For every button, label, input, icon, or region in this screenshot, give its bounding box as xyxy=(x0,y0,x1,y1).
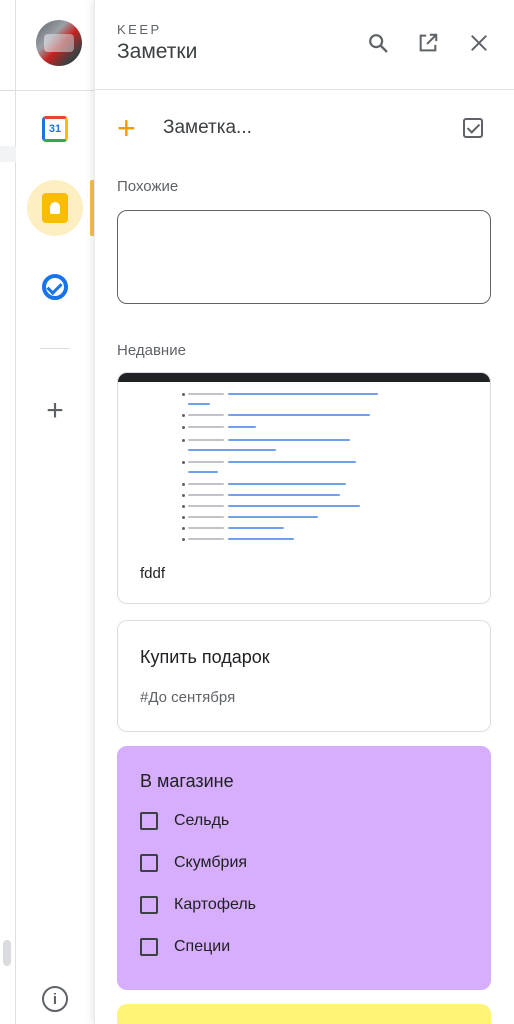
note-card[interactable]: Купить подарок #До сентября xyxy=(117,620,491,732)
avatar[interactable] xyxy=(36,20,82,66)
info-button[interactable]: i xyxy=(42,986,68,1012)
note-card[interactable] xyxy=(117,1004,491,1024)
list-item[interactable]: Сельдь xyxy=(140,809,229,833)
divider xyxy=(0,146,16,162)
close-button[interactable] xyxy=(466,30,492,56)
note-caption: fddf xyxy=(140,565,166,582)
checkbox[interactable] xyxy=(140,896,158,914)
note-body: #До сентября xyxy=(140,689,236,706)
section-label-similar: Похожие xyxy=(117,178,179,195)
list-item-label: Специи xyxy=(174,938,231,955)
list-item[interactable]: Скумбрия xyxy=(140,851,247,875)
close-icon xyxy=(471,35,487,51)
divider xyxy=(40,348,70,349)
note-title: Купить подарок xyxy=(140,647,270,667)
divider xyxy=(16,90,94,91)
plus-icon: + xyxy=(46,394,64,427)
note-title: В магазине xyxy=(140,771,234,791)
open-in-new-tab-button[interactable] xyxy=(415,30,441,56)
new-list-button[interactable] xyxy=(463,118,483,138)
keep-panel: KEEP Заметки + Заметка... Похожие Недавн… xyxy=(94,0,514,1024)
browser-edge xyxy=(0,0,16,1024)
checkbox[interactable] xyxy=(140,812,158,830)
list-item[interactable]: Специи xyxy=(140,935,230,959)
calendar-app-button[interactable]: 31 xyxy=(40,114,70,144)
list-item-label: Скумбрия xyxy=(174,854,248,871)
calendar-day: 31 xyxy=(48,123,62,135)
checkbox[interactable] xyxy=(140,854,158,872)
list-item-label: Картофель xyxy=(174,896,257,913)
calendar-icon: 31 xyxy=(42,116,68,142)
divider xyxy=(0,90,16,91)
search-button[interactable] xyxy=(365,30,391,56)
new-note-placeholder: Заметка... xyxy=(163,117,252,138)
scrollbar[interactable] xyxy=(3,940,11,966)
list-item[interactable]: Картофель xyxy=(140,893,256,917)
info-icon: i xyxy=(52,990,58,1008)
add-app-button[interactable]: + xyxy=(42,394,68,427)
page-title: Заметки xyxy=(117,40,198,63)
note-card[interactable]: В магазине Сельдь Скумбрия Картофель Спе… xyxy=(117,746,491,990)
note-image xyxy=(118,373,490,545)
tasks-check-icon xyxy=(42,274,68,300)
side-panel-apps: 31 + i xyxy=(16,0,94,1024)
checkbox[interactable] xyxy=(140,938,158,956)
search-icon xyxy=(369,34,388,53)
section-label-recent: Недавние xyxy=(117,342,186,359)
panel-header: KEEP Заметки xyxy=(95,0,514,90)
list-item-label: Сельдь xyxy=(174,812,230,829)
note-card[interactable]: fddf xyxy=(117,372,491,604)
tasks-app-button[interactable] xyxy=(40,272,70,302)
app-label: KEEP xyxy=(117,22,162,37)
image-toolbar xyxy=(118,373,490,382)
open-in-new-icon xyxy=(419,33,438,52)
new-note-input[interactable]: + Заметка... xyxy=(117,108,493,148)
plus-icon: + xyxy=(117,110,136,146)
keep-bulb-icon xyxy=(42,193,68,223)
similar-notes-area[interactable] xyxy=(117,210,491,304)
keep-app-button[interactable] xyxy=(27,180,83,236)
